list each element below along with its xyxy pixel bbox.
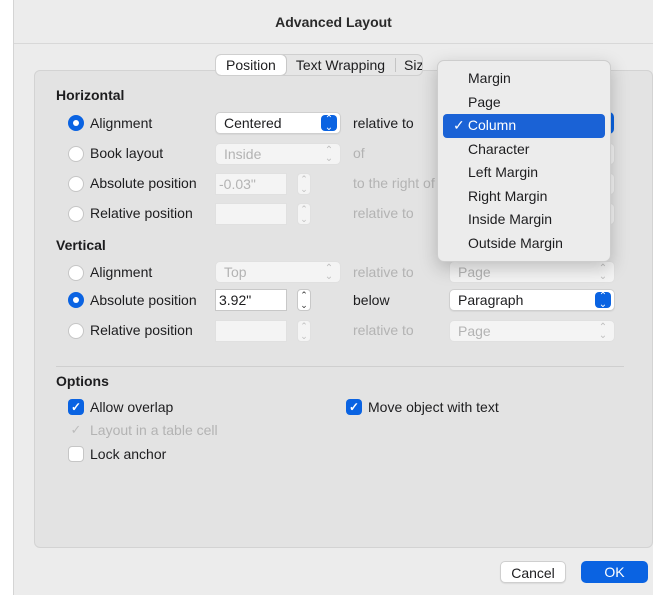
cancel-button[interactable]: Cancel xyxy=(500,561,566,583)
v-relative-target-value: Page xyxy=(458,323,491,339)
h-relative-position-stepper[interactable]: ⌃ ⌄ xyxy=(297,203,311,225)
vertical-heading: Vertical xyxy=(56,237,106,253)
v-alignment-radio[interactable] xyxy=(68,265,84,281)
h-absolute-position-relation: to the right of xyxy=(353,175,435,191)
h-relative-position-field[interactable] xyxy=(215,203,287,225)
menu-item-inside-margin[interactable]: Inside Margin xyxy=(443,208,605,232)
menu-item-outside-margin[interactable]: Outside Margin xyxy=(443,232,605,256)
h-alignment-popup[interactable]: Centered ⌃ ⌄ xyxy=(215,112,341,134)
v-relative-target-popup[interactable]: Page ⌃ ⌄ xyxy=(449,320,615,342)
h-relative-position-radio[interactable] xyxy=(68,206,84,222)
menu-item-page[interactable]: Page xyxy=(443,91,605,115)
v-absolute-position-field[interactable]: 3.92" xyxy=(215,289,287,311)
h-book-layout-popup[interactable]: Inside ⌃ ⌄ xyxy=(215,143,341,165)
tab-size[interactable]: Size xyxy=(396,55,422,75)
tab-position[interactable]: Position xyxy=(216,55,286,75)
v-relative-position-stepper[interactable]: ⌃ ⌄ xyxy=(297,320,311,342)
h-book-layout-relation: of xyxy=(353,145,365,161)
menu-item-column[interactable]: ✓ Column xyxy=(443,114,605,138)
v-absolute-position-relation: below xyxy=(353,292,390,308)
updown-arrows-icon: ⌃ ⌄ xyxy=(321,115,337,133)
v-relative-position-relation: relative to xyxy=(353,322,414,338)
h-book-layout-label: Book layout xyxy=(90,145,164,161)
h-relative-position-relation: relative to xyxy=(353,205,414,221)
updown-arrows-icon: ⌃ ⌄ xyxy=(324,145,334,164)
h-absolute-position-field[interactable]: -0.03" xyxy=(215,173,287,195)
h-alignment-relation: relative to xyxy=(353,115,414,131)
v-absolute-position-stepper[interactable]: ⌃ ⌄ xyxy=(297,289,311,311)
horizontal-heading: Horizontal xyxy=(56,87,125,103)
updown-arrows-icon: ⌃ ⌄ xyxy=(324,263,334,282)
window-title: Advanced Layout xyxy=(14,0,653,44)
v-absolute-position-radio[interactable] xyxy=(68,292,84,308)
h-relative-position-label: Relative position xyxy=(90,205,193,221)
v-alignment-target-popup[interactable]: Page ⌃ ⌄ xyxy=(449,261,615,283)
updown-arrows-icon: ⌃ ⌄ xyxy=(598,263,608,282)
menu-item-character[interactable]: Character xyxy=(443,138,605,162)
lock-anchor-checkbox[interactable] xyxy=(68,446,84,462)
left-edge-strip xyxy=(0,0,14,595)
h-absolute-position-radio[interactable] xyxy=(68,176,84,192)
h-alignment-radio[interactable] xyxy=(68,115,84,131)
move-with-text-label: Move object with text xyxy=(368,399,499,415)
menu-item-right-margin[interactable]: Right Margin xyxy=(443,185,605,209)
v-relative-position-label: Relative position xyxy=(90,322,193,338)
lock-anchor-label: Lock anchor xyxy=(90,446,167,462)
tab-text-wrapping[interactable]: Text Wrapping xyxy=(286,55,395,75)
v-alignment-relation: relative to xyxy=(353,264,414,280)
menu-item-left-margin[interactable]: Left Margin xyxy=(443,161,605,185)
v-alignment-target-value: Page xyxy=(458,264,491,280)
v-alignment-popup[interactable]: Top ⌃ ⌄ xyxy=(215,261,341,283)
h-absolute-position-label: Absolute position xyxy=(90,175,197,191)
v-relative-position-field[interactable] xyxy=(215,320,287,342)
menu-item-margin[interactable]: Margin xyxy=(443,67,605,91)
h-alignment-label: Alignment xyxy=(90,115,153,131)
checkmark-icon: ✓ xyxy=(453,117,465,133)
layout-in-table-cell-checkbox[interactable]: ✓ xyxy=(68,422,84,438)
v-relative-position-radio[interactable] xyxy=(68,323,84,339)
move-with-text-checkbox[interactable]: ✓ xyxy=(346,399,362,415)
h-book-layout-value: Inside xyxy=(224,146,262,162)
layout-in-table-cell-label: Layout in a table cell xyxy=(90,422,218,438)
h-alignment-value: Centered xyxy=(224,115,282,131)
relative-to-dropdown-menu: Margin Page ✓ Column Character Left Marg… xyxy=(437,60,611,262)
tab-bar: Position Text Wrapping Size xyxy=(215,54,424,76)
v-absolute-target-value: Paragraph xyxy=(458,292,524,308)
section-divider xyxy=(56,366,624,367)
options-heading: Options xyxy=(56,373,109,389)
v-absolute-target-popup[interactable]: Paragraph ⌃ ⌄ xyxy=(449,289,615,311)
menu-item-column-label: Column xyxy=(467,117,517,133)
updown-arrows-icon: ⌃ ⌄ xyxy=(598,322,608,341)
updown-arrows-icon: ⌃ ⌄ xyxy=(595,292,611,310)
v-absolute-position-label: Absolute position xyxy=(90,292,197,308)
ok-button[interactable]: OK xyxy=(581,561,648,583)
allow-overlap-checkbox[interactable]: ✓ xyxy=(68,399,84,415)
h-absolute-position-stepper[interactable]: ⌃ ⌄ xyxy=(297,173,311,195)
v-alignment-label: Alignment xyxy=(90,264,153,280)
allow-overlap-label: Allow overlap xyxy=(90,399,174,415)
v-alignment-value: Top xyxy=(224,264,247,280)
h-book-layout-radio[interactable] xyxy=(68,146,84,162)
